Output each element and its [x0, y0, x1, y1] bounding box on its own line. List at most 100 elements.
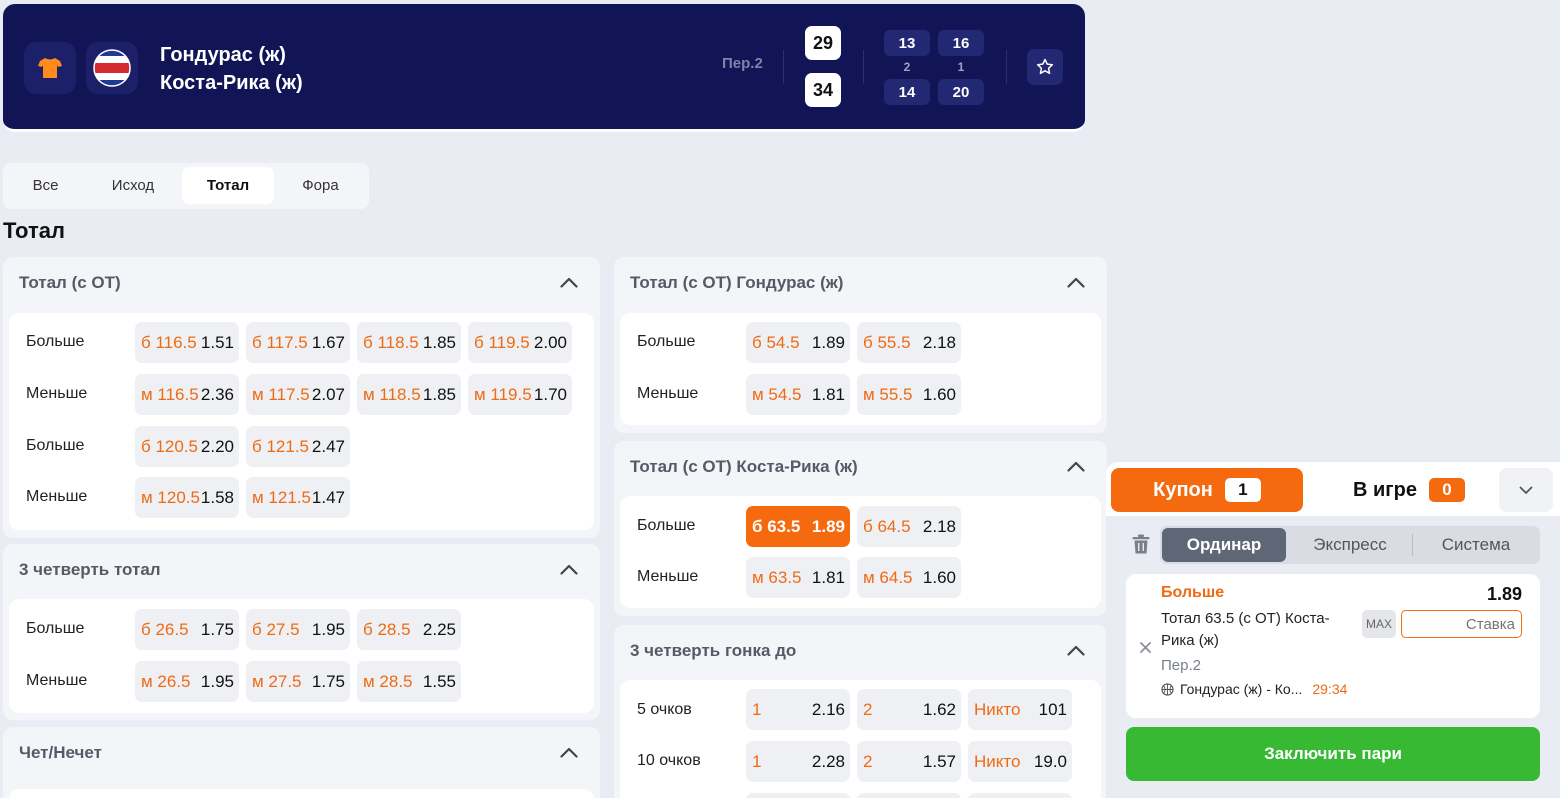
odds-line: б 116.5	[141, 332, 197, 352]
tab-total[interactable]: Тотал	[182, 167, 274, 204]
odds-button[interactable]: б 121.5 2.47	[246, 426, 350, 467]
section-title: Тотал	[3, 218, 65, 243]
odds-button[interactable]: м 26.5 1.95	[135, 661, 239, 702]
odds-value: 1.95	[200, 671, 234, 691]
quarter2-team1-score: 13	[884, 30, 930, 56]
row-label: Меньше	[26, 672, 88, 689]
odds-button[interactable]	[746, 793, 850, 798]
odds-line: 1	[752, 751, 762, 771]
row-label: Меньше	[26, 385, 88, 402]
odds-line: б 27.5	[252, 619, 300, 639]
odds-value: 1.85	[422, 332, 456, 352]
odds-button[interactable]: б 120.5 2.20	[135, 426, 239, 467]
market-body: Больше б 116.5 1.51 б 117.5 1.67 б 118.5 1.…	[9, 313, 594, 530]
bet-type-system[interactable]: Система	[1414, 528, 1538, 562]
odds-value: 1.75	[200, 619, 234, 639]
odds-value: 1.58	[200, 487, 234, 507]
odds-line: м 28.5	[363, 671, 413, 691]
bet-type-express[interactable]: Экспресс	[1288, 528, 1412, 562]
odds-button[interactable]: б 54.5 1.89	[746, 322, 850, 363]
tab-outcome[interactable]: Исход	[90, 167, 176, 204]
market-title: Тотал (с ОТ) Гондурас (ж)	[630, 273, 844, 292]
remove-bet-button[interactable]	[1140, 640, 1151, 658]
odds-value: 2.18	[922, 332, 956, 352]
stake-input[interactable]	[1401, 610, 1522, 638]
odds-line: б 119.5	[474, 332, 530, 352]
chevron-up-icon[interactable]	[560, 564, 578, 575]
bet-outcome: Больше	[1161, 584, 1225, 601]
odds-button[interactable]: м 55.5 1.60	[857, 374, 961, 415]
odds-button[interactable]: м 64.5 1.60	[857, 557, 961, 598]
divider	[1412, 534, 1413, 556]
odds-line: 2	[863, 751, 873, 771]
chevron-up-icon[interactable]	[1067, 461, 1085, 472]
coupon-tab[interactable]: Купон 1	[1111, 468, 1303, 512]
odds-value: 1.57	[922, 751, 956, 771]
coupon-tab-label: Купон	[1153, 478, 1213, 501]
market-q3-total: 3 четверть тотал Больше б 26.5 1.75 б 27.…	[3, 544, 600, 720]
odds-value: 1.81	[811, 384, 845, 404]
odds-button[interactable]: м 54.5 1.81	[746, 374, 850, 415]
tab-all[interactable]: Все	[13, 167, 78, 204]
live-tab[interactable]: В игре 0	[1324, 468, 1494, 512]
odds-button[interactable]: б 116.5 1.51	[135, 322, 239, 363]
odds-button[interactable]: 1 2.28	[746, 741, 850, 782]
odds-value: 1.95	[311, 619, 345, 639]
odds-button[interactable]: м 63.5 1.81	[746, 557, 850, 598]
place-bet-button[interactable]: Заключить пари	[1126, 727, 1540, 781]
odds-value: 1.89	[811, 516, 845, 536]
chevron-up-icon[interactable]	[1067, 277, 1085, 288]
market-title: Тотал (с ОТ) Коста-Рика (ж)	[630, 457, 858, 476]
odds-button[interactable]: б 64.5 2.18	[857, 506, 961, 547]
odds-button[interactable]: б 26.5 1.75	[135, 609, 239, 650]
row-label: Больше	[637, 517, 696, 534]
collapse-coupon-button[interactable]	[1499, 468, 1553, 512]
chevron-up-icon[interactable]	[560, 277, 578, 288]
odds-button[interactable]: б 55.5 2.18	[857, 322, 961, 363]
odds-button[interactable]: Никто 19.0	[968, 741, 1072, 782]
row-label: Больше	[26, 620, 85, 637]
costa-rica-flag-icon	[93, 49, 131, 87]
odds-button[interactable]: 2 1.57	[857, 741, 961, 782]
bet-market-line2: Рика (ж)	[1161, 632, 1219, 649]
bet-type-single[interactable]: Ординар	[1162, 528, 1286, 562]
chevron-up-icon[interactable]	[1067, 645, 1085, 656]
odds-value: 1.89	[811, 332, 845, 352]
odds-line: м 63.5	[752, 567, 802, 587]
market-total-honduras: Тотал (с ОТ) Гондурас (ж) Больше б 54.5 1…	[614, 257, 1107, 433]
odds-button-selected[interactable]: б 63.5 1.89	[746, 506, 850, 547]
odds-button[interactable]: б 27.5 1.95	[246, 609, 350, 650]
odds-button[interactable]: м 27.5 1.75	[246, 661, 350, 702]
odds-value: 2.07	[311, 384, 345, 404]
odds-button[interactable]: 2 1.62	[857, 689, 961, 730]
odds-button[interactable]: м 119.5 1.70	[468, 374, 572, 415]
odds-button[interactable]	[857, 793, 961, 798]
odds-button[interactable]	[968, 793, 1072, 798]
odds-button[interactable]: м 121.5 1.47	[246, 477, 350, 518]
odds-button[interactable]: м 116.5 2.36	[135, 374, 239, 415]
max-stake-button[interactable]: MAX	[1362, 610, 1396, 638]
bet-odds: 1.89	[1486, 584, 1522, 604]
odds-button[interactable]: Никто 101	[968, 689, 1072, 730]
clear-coupon-button[interactable]	[1132, 534, 1150, 559]
odds-button[interactable]: б 117.5 1.67	[246, 322, 350, 363]
odds-button[interactable]: 1 2.16	[746, 689, 850, 730]
odds-button[interactable]: м 28.5 1.55	[357, 661, 461, 702]
odds-button[interactable]: м 120.5 1.58	[135, 477, 239, 518]
row-label: Больше	[26, 333, 85, 350]
market-q3-race: 3 четверть гонка до 5 очков 1 2.16 2 1.62 …	[614, 625, 1107, 798]
odds-value: 2.16	[811, 699, 845, 719]
bet-event-time: 29:34	[1312, 681, 1348, 697]
odds-button[interactable]: б 119.5 2.00	[468, 322, 572, 363]
chevron-up-icon[interactable]	[560, 747, 578, 758]
odds-value: 2.00	[533, 332, 567, 352]
odds-button[interactable]: м 118.5 1.85	[357, 374, 461, 415]
tab-handicap[interactable]: Фора	[278, 167, 363, 204]
odds-line: б 26.5	[141, 619, 189, 639]
odds-value: 2.47	[311, 436, 345, 456]
odds-button[interactable]: б 28.5 2.25	[357, 609, 461, 650]
basketball-icon	[1161, 682, 1174, 696]
odds-button[interactable]: м 117.5 2.07	[246, 374, 350, 415]
odds-button[interactable]: б 118.5 1.85	[357, 322, 461, 363]
favorite-button[interactable]	[1027, 49, 1063, 85]
